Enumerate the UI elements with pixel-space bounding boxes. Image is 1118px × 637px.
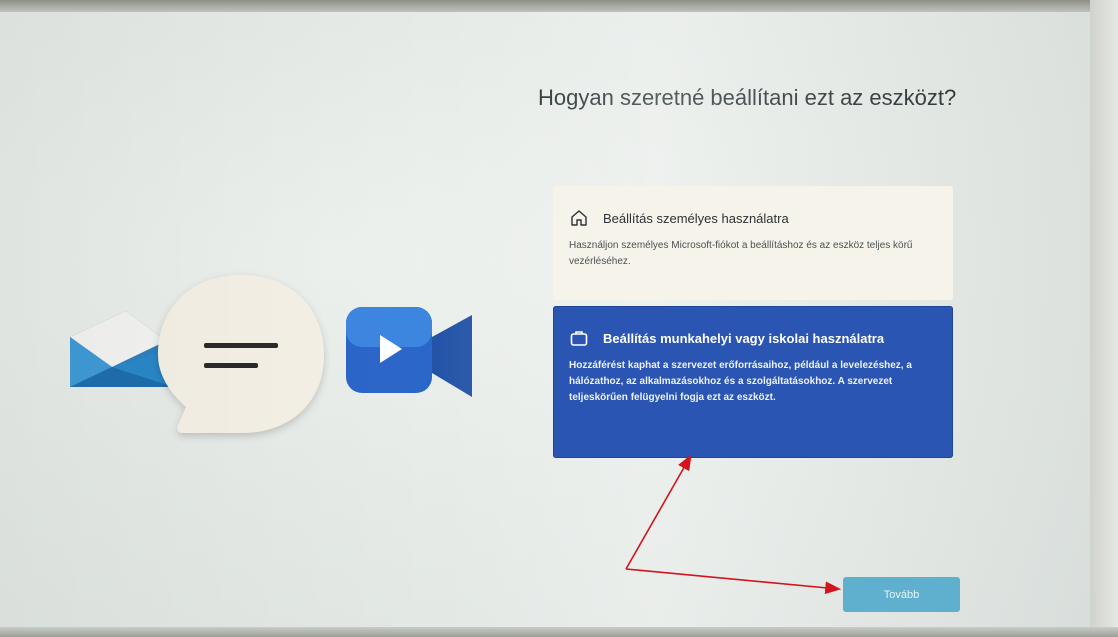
home-icon <box>569 208 589 228</box>
option-work-title: Beállítás munkahelyi vagy iskolai haszná… <box>603 330 885 346</box>
option-personal-use[interactable]: Beállítás személyes használatra Használj… <box>553 186 953 300</box>
option-work-description: Hozzáférést kaphat a szervezet erőforrás… <box>569 360 912 403</box>
option-personal-description: Használjon személyes Microsoft-fiókot a … <box>569 240 913 267</box>
photo-frame-right <box>1090 0 1118 637</box>
briefcase-icon <box>569 328 589 348</box>
next-button[interactable]: Tovább <box>843 577 960 612</box>
oobe-illustration <box>40 267 472 457</box>
option-work-school-use[interactable]: Beállítás munkahelyi vagy iskolai haszná… <box>553 306 953 458</box>
page-title: Hogyan szeretné beállítani ezt az eszköz… <box>538 85 957 110</box>
option-personal-title: Beállítás személyes használatra <box>603 210 789 226</box>
chat-bubble-icon <box>158 275 324 433</box>
video-camera-icon <box>346 307 472 397</box>
photo-frame-bottom <box>0 627 1118 637</box>
